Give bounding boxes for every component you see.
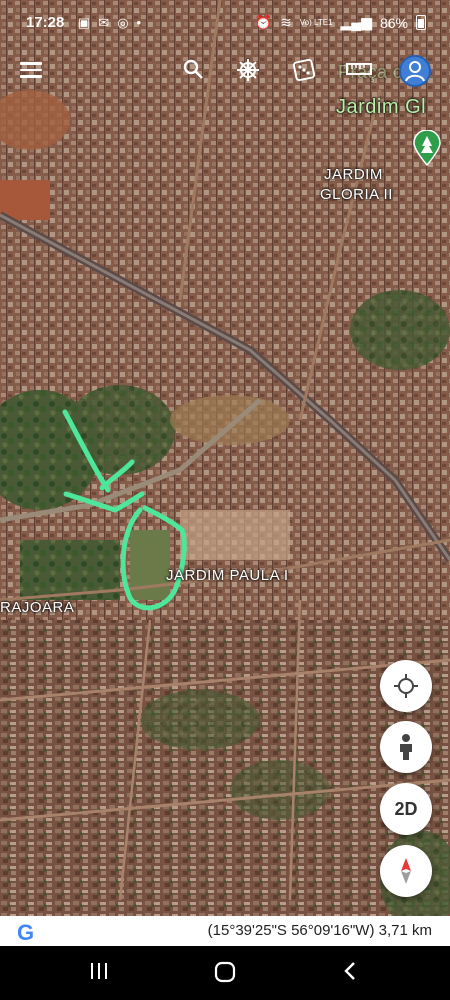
signal-icon: ▂▄▆	[340, 14, 372, 30]
coordinates-text: (15°39'25"S 56°09'16"W)	[207, 922, 375, 939]
status-time: 17:28	[26, 14, 65, 31]
scale-text: 3,71 km	[378, 922, 432, 939]
ruler-icon[interactable]	[346, 58, 372, 85]
view-mode-button[interactable]: 2D	[380, 783, 432, 835]
alarm-icon: ⏰	[254, 14, 273, 30]
dot-icon: •	[136, 15, 142, 30]
system-nav-bar	[0, 946, 450, 1000]
notification-icons: ▣ ✉ ◎ •	[78, 15, 141, 31]
system-icons: ⏰ ≋ Vo) LTE1 ▂▄▆ 86%	[255, 14, 426, 31]
battery-percent: 86%	[379, 14, 408, 31]
coordinates-readout: (15°39'25"S 56°09'16"W) 3,71 km	[208, 922, 432, 939]
recents-icon[interactable]	[88, 960, 110, 988]
instagram-icon: ◎	[117, 15, 129, 30]
view-mode-label: 2D	[394, 798, 418, 819]
wifi-icon: ≋	[280, 14, 292, 30]
crosshair-icon	[394, 674, 418, 698]
top-toolbar	[0, 52, 450, 92]
search-icon[interactable]	[182, 58, 204, 85]
satellite-imagery	[0, 0, 450, 1000]
svg-text:G: G	[17, 920, 34, 944]
label-jardim-gl: Jardim Gl	[336, 96, 427, 118]
label-jardim-gloria-line1: JARDIM	[324, 166, 383, 183]
compass-icon	[401, 858, 411, 884]
label-rajoara: RAJOARA	[0, 599, 75, 616]
streetview-button[interactable]	[380, 721, 432, 773]
pegman-icon	[400, 734, 412, 760]
info-bar: G (15°39'25"S 56°09'16"W) 3,71 km	[0, 916, 450, 946]
label-jardim-gloria-line2: GLORIA II	[320, 186, 393, 203]
dice-icon[interactable]	[292, 58, 316, 87]
gmail-icon: ✉	[98, 15, 110, 30]
account-icon[interactable]	[398, 54, 432, 93]
ship-wheel-icon[interactable]	[236, 58, 260, 87]
network-label: Vo) LTE1	[299, 17, 333, 27]
label-jardim-paula: JARDIM PAULA I	[166, 567, 289, 584]
battery-icon	[416, 15, 426, 30]
status-bar: 17:28 ▣ ✉ ◎ • ⏰ ≋ Vo) LTE1 ▂▄▆ 86%	[0, 0, 450, 44]
gallery-icon: ▣	[78, 15, 91, 30]
compass-button[interactable]	[380, 845, 432, 897]
satellite-map[interactable]: JARDIM GLORIA II JARDIM PAULA I RAJOARA …	[0, 0, 450, 1000]
back-icon[interactable]	[340, 960, 362, 988]
park-pin-icon[interactable]	[412, 130, 442, 166]
locate-button[interactable]	[380, 660, 432, 712]
hamburger-icon[interactable]	[20, 58, 42, 82]
home-icon[interactable]	[213, 960, 237, 990]
